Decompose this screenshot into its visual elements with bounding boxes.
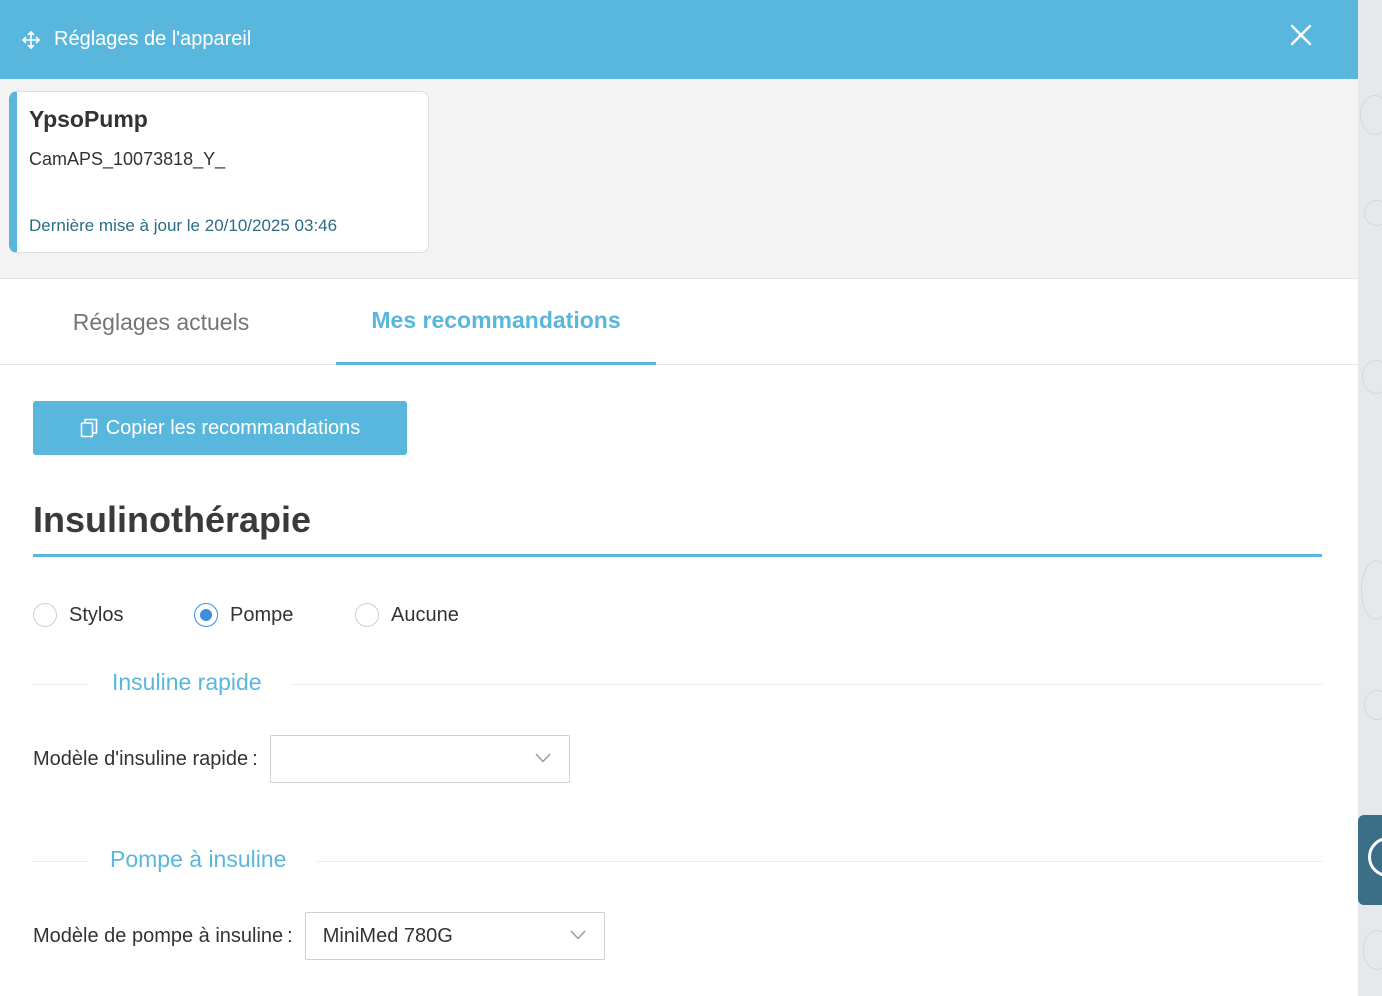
section-title: Insulinothérapie <box>33 499 312 540</box>
pump-heading: Pompe à insuline <box>110 846 287 873</box>
background-decoration <box>1364 690 1382 720</box>
radio-circle-checked[interactable] <box>194 603 218 627</box>
radio-label: Stylos <box>69 603 124 626</box>
field-colon: : <box>287 924 293 947</box>
chevron-down-icon <box>535 753 551 763</box>
radio-aucune[interactable]: Aucune <box>355 603 459 627</box>
radio-stylos[interactable]: Stylos <box>33 603 123 627</box>
copy-recommendations-button[interactable]: Copier les recommandations <box>33 401 407 455</box>
pump-heading-row: Pompe à insuline <box>33 846 1322 876</box>
device-name: YpsoPump <box>29 106 148 132</box>
rapid-insulin-select[interactable] <box>269 735 570 783</box>
field-colon: : <box>252 747 258 770</box>
background-decoration <box>1363 930 1382 970</box>
pump-label: Modèle de pompe à insuline <box>33 924 284 947</box>
pump-value: MiniMed 780G <box>322 924 453 947</box>
radio-label: Aucune <box>391 603 459 626</box>
device-serial: CamAPS_10073818_Y_ <box>29 149 226 169</box>
panel-title: Réglages de l'appareil <box>54 28 252 50</box>
radio-circle[interactable] <box>355 603 379 627</box>
rapid-insulin-field: Modèle d'insuline rapide : <box>33 735 570 783</box>
heading-rule <box>317 861 1322 862</box>
device-last-update: Dernière mise à jour le 20/10/2025 03:46 <box>29 216 338 235</box>
help-ring-icon <box>1368 837 1382 877</box>
device-card[interactable]: YpsoPump CamAPS_10073818_Y_ Dernière mis… <box>9 91 429 253</box>
tab-bar: Réglages actuels Mes recommandations <box>0 279 1358 365</box>
copy-icon <box>80 418 98 438</box>
rapid-insulin-heading: Insuline rapide <box>112 669 262 696</box>
pump-select[interactable]: MiniMed 780G <box>304 912 605 960</box>
move-icon[interactable] <box>22 30 40 49</box>
radio-pompe[interactable]: Pompe <box>194 603 293 627</box>
copy-recommendations-label: Copier les recommandations <box>105 416 361 439</box>
device-settings-panel: Réglages de l'appareil YpsoPump CamAPS_1… <box>0 0 1358 996</box>
background-decoration <box>1361 560 1382 620</box>
background-decoration <box>1360 95 1382 135</box>
radio-label: Pompe <box>230 603 294 626</box>
chevron-down-icon <box>570 930 586 940</box>
device-zone: YpsoPump CamAPS_10073818_Y_ Dernière mis… <box>0 79 1358 279</box>
rapid-insulin-label: Modèle d'insuline rapide <box>33 747 249 770</box>
side-help-tab[interactable] <box>1358 815 1382 905</box>
heading-rule <box>292 684 1322 685</box>
panel-header[interactable]: Réglages de l'appareil <box>0 0 1358 79</box>
background-decoration <box>1364 200 1382 226</box>
heading-rule <box>33 684 87 685</box>
rapid-insulin-heading-row: Insuline rapide <box>33 669 1322 699</box>
pump-field: Modèle de pompe à insuline : MiniMed 780… <box>33 912 605 960</box>
tab-content: Copier les recommandations Insulinothéra… <box>0 365 1358 996</box>
radio-circle[interactable] <box>33 603 57 627</box>
tab-current-settings[interactable]: Réglages actuels <box>0 279 322 365</box>
section-divider <box>33 554 1322 557</box>
close-icon[interactable] <box>1290 24 1312 46</box>
background-decoration <box>1362 360 1382 394</box>
tab-my-recommendations[interactable]: Mes recommandations <box>336 279 656 365</box>
heading-rule <box>33 861 87 862</box>
